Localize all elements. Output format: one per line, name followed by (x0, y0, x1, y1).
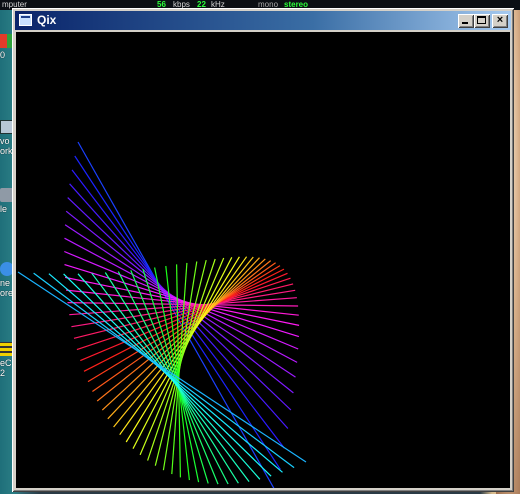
desktop-icon-label: le (0, 204, 8, 214)
maximize-button[interactable] (474, 14, 490, 28)
close-button[interactable]: × (492, 14, 508, 28)
qix-line (33, 272, 295, 469)
qix-window[interactable]: Qix × (12, 8, 514, 492)
close-icon: × (496, 14, 504, 26)
qix-animation (17, 141, 307, 488)
minimize-button[interactable] (458, 14, 474, 28)
title-bar[interactable]: Qix × (15, 11, 511, 30)
minimize-icon (462, 22, 468, 24)
maximize-icon (477, 16, 486, 24)
qix-canvas (16, 32, 510, 488)
desktop-icon-label: eC 2 (0, 358, 12, 378)
window-app-icon[interactable] (19, 14, 32, 26)
desktop-icon-label: vo ork (0, 136, 13, 156)
window-title: Qix (37, 13, 57, 27)
qix-line (87, 265, 281, 383)
desktop-icon-label: 0 (0, 50, 6, 60)
qix-line (101, 258, 266, 411)
